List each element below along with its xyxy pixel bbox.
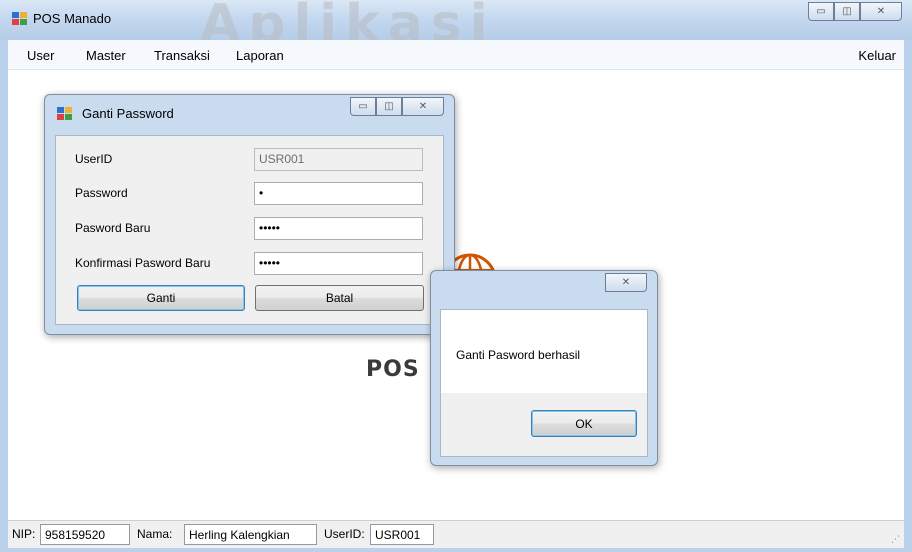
ganti-password-dialog: Ganti Password ▭ ◫ ✕ UserID USR001 Passw… bbox=[44, 94, 455, 335]
userid-field: USR001 bbox=[254, 148, 423, 171]
minimize-button[interactable]: ▭ bbox=[808, 2, 834, 21]
nip-value: 958159520 bbox=[40, 524, 130, 545]
dialog-minimize-button[interactable]: ▭ bbox=[350, 97, 376, 116]
maximize-button[interactable]: ◫ bbox=[834, 2, 860, 21]
message-button-area: OK bbox=[440, 393, 648, 457]
caption-buttons: ▭ ◫ ✕ bbox=[808, 2, 902, 21]
minimize-icon: ▭ bbox=[816, 6, 826, 17]
background-logo-text: POS I bbox=[366, 357, 438, 382]
new-password-label: Pasword Baru bbox=[75, 221, 151, 235]
close-icon: ✕ bbox=[621, 277, 631, 288]
nama-label: Nama: bbox=[137, 527, 173, 541]
close-button[interactable]: ✕ bbox=[860, 2, 902, 21]
dialog-title: Ganti Password bbox=[82, 106, 174, 121]
confirm-password-field[interactable]: ••••• bbox=[254, 252, 423, 275]
maximize-icon: ◫ bbox=[384, 101, 394, 112]
window-title: POS Manado bbox=[33, 11, 112, 26]
dialog-close-button[interactable]: ✕ bbox=[402, 97, 444, 116]
message-content: Ganti Pasword berhasil bbox=[440, 309, 648, 393]
menu-keluar[interactable]: Keluar bbox=[858, 48, 896, 63]
close-icon: ✕ bbox=[418, 101, 428, 112]
confirm-password-label: Konfirmasi Pasword Baru bbox=[75, 256, 211, 270]
dialog-app-icon[interactable] bbox=[57, 107, 73, 121]
close-icon: ✕ bbox=[876, 6, 886, 17]
new-password-field[interactable]: ••••• bbox=[254, 217, 423, 240]
batal-button[interactable]: Batal bbox=[255, 285, 424, 311]
dialog-maximize-button[interactable]: ◫ bbox=[376, 97, 402, 116]
message-box: ✕ Ganti Pasword berhasil OK bbox=[430, 270, 658, 466]
message-text: Ganti Pasword berhasil bbox=[456, 348, 581, 362]
dialog-caption-buttons: ▭ ◫ ✕ bbox=[350, 97, 444, 116]
password-label: Password bbox=[75, 186, 128, 200]
app-icon[interactable] bbox=[12, 12, 28, 26]
message-close-button[interactable]: ✕ bbox=[605, 273, 647, 292]
status-userid-label: UserID: bbox=[324, 527, 365, 541]
status-userid-value: USR001 bbox=[370, 524, 434, 545]
minimize-icon: ▭ bbox=[358, 101, 368, 112]
menu-transaksi[interactable]: Transaksi bbox=[154, 48, 210, 63]
titlebar[interactable]: Aplikasi POS Manado ▭ ◫ ✕ bbox=[0, 0, 912, 54]
dialog-body: UserID USR001 Password • Pasword Baru ••… bbox=[55, 135, 444, 325]
maximize-icon: ◫ bbox=[842, 6, 852, 17]
nama-value: Herling Kalengkian bbox=[184, 524, 317, 545]
ganti-button[interactable]: Ganti bbox=[77, 285, 245, 311]
password-field[interactable]: • bbox=[254, 182, 423, 205]
userid-label: UserID bbox=[75, 152, 113, 166]
menu-bar: User Master Transaksi Laporan Keluar bbox=[8, 40, 904, 70]
menu-user[interactable]: User bbox=[27, 48, 54, 63]
status-bar: NIP: 958159520 Nama: Herling Kalengkian … bbox=[8, 520, 904, 548]
resize-grip[interactable]: ⋰ bbox=[891, 534, 900, 545]
nip-label: NIP: bbox=[12, 527, 36, 541]
menu-master[interactable]: Master bbox=[86, 48, 126, 63]
menu-laporan[interactable]: Laporan bbox=[236, 48, 284, 63]
ok-button[interactable]: OK bbox=[531, 410, 637, 437]
